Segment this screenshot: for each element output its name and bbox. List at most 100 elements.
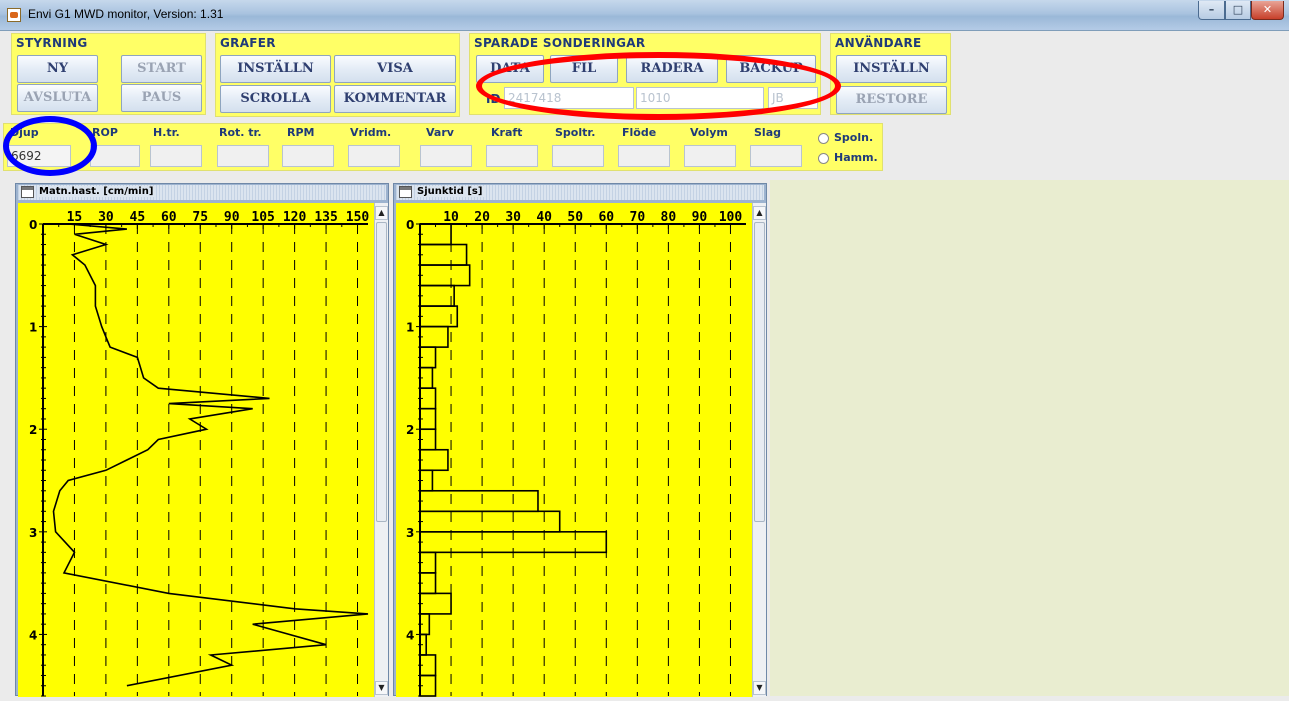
x-tick-label: 15 <box>67 210 83 225</box>
rottr-label: Rot. tr. <box>219 126 262 139</box>
hamm-label: Hamm. <box>834 151 878 164</box>
x-tick-label: 80 <box>661 210 677 225</box>
y-tick-label: 3 <box>406 526 414 540</box>
anvandare-installn-button[interactable]: INSTÄLLN <box>836 55 947 83</box>
vridm-field <box>348 145 400 167</box>
spoltr-field <box>552 145 604 167</box>
htr-label: H.tr. <box>153 126 180 139</box>
window-title-bar[interactable]: Envi G1 MWD monitor, Version: 1.31 – □ ✕ <box>0 0 1289 31</box>
anvandare-title: ANVÄNDARE <box>835 36 922 50</box>
x-tick-label: 70 <box>630 210 646 225</box>
maximize-button[interactable]: □ <box>1225 1 1251 20</box>
styrning-panel: STYRNING NY START AVSLUTA PAUS <box>11 33 206 115</box>
ny-button[interactable]: NY <box>17 55 98 83</box>
visa-button[interactable]: VISA <box>334 55 456 83</box>
sjunktid-title: Sjunktid [s] <box>417 186 486 197</box>
rop-label: ROP <box>92 126 118 139</box>
x-tick-label: 105 <box>251 210 274 225</box>
matn-hast-chart: 15 30 45 60 75 90 105 120 135 150 0 1 2 3 4 <box>29 210 370 697</box>
bar <box>419 264 471 287</box>
sjunktid-scrollbar[interactable]: ▲ ▼ <box>752 203 766 697</box>
y-tick-label: 4 <box>29 628 37 642</box>
y-tick-label: 1 <box>406 321 414 335</box>
anvandare-panel: ANVÄNDARE INSTÄLLN RESTORE <box>830 33 951 115</box>
window-icon <box>21 186 34 198</box>
flode-field <box>618 145 670 167</box>
rpm-field <box>282 145 334 167</box>
y-tick-label: 0 <box>29 218 37 232</box>
sjunktid-window-title-bar[interactable]: Sjunktid [s] <box>396 185 764 200</box>
rpm-label: RPM <box>287 126 315 139</box>
scroll-down-arrow-icon[interactable]: ▼ <box>753 681 766 695</box>
volym-label: Volym <box>690 126 728 139</box>
slag-label: Slag <box>754 126 781 139</box>
series-line <box>52 223 369 687</box>
empty-workspace <box>770 180 1289 696</box>
scroll-thumb[interactable] <box>376 222 387 522</box>
sjunktid-chart-window: Sjunktid [s] 10 20 30 40 50 60 70 80 90 100 0 1 2 3 4 … <box>393 183 767 697</box>
grafer-title: GRAFER <box>220 36 276 50</box>
avsluta-button[interactable]: AVSLUTA <box>17 84 98 112</box>
x-tick-label: 10 <box>443 210 459 225</box>
spoln-label: Spoln. <box>834 131 874 144</box>
scrolla-button[interactable]: SCROLLA <box>220 85 331 113</box>
red-highlight-ellipse <box>476 52 841 120</box>
volym-field <box>684 145 736 167</box>
kommentar-button[interactable]: KOMMENTAR <box>334 85 456 113</box>
blue-highlight-ellipse <box>3 116 97 176</box>
scroll-up-arrow-icon[interactable]: ▲ <box>375 206 388 220</box>
y-tick-label: 1 <box>29 321 37 335</box>
hamm-radio[interactable] <box>818 153 829 164</box>
htr-field <box>150 145 202 167</box>
bar <box>419 489 539 513</box>
start-button[interactable]: START <box>121 55 202 83</box>
scroll-down-arrow-icon[interactable]: ▼ <box>375 681 388 695</box>
minimize-button[interactable]: – <box>1198 1 1225 20</box>
sjunktid-chart: 10 20 30 40 50 60 70 80 90 100 0 1 2 3 4 <box>406 210 746 697</box>
x-tick-label: 75 <box>192 210 208 225</box>
x-tick-label: 135 <box>314 210 337 225</box>
grafer-installn-button[interactable]: INSTÄLLN <box>220 55 331 83</box>
matn-hast-chart-window: Matn.hast. [cm/min] 15 30 45 60 75 90 105 120 13… <box>15 183 389 697</box>
bar <box>419 448 449 472</box>
flode-label: Flöde <box>622 126 657 139</box>
grafer-panel: GRAFER INSTÄLLN VISA SCROLLA KOMMENTAR <box>215 33 460 117</box>
kraft-field <box>486 145 538 167</box>
rop-field <box>90 145 140 167</box>
y-tick-label: 4 <box>406 628 414 642</box>
bar <box>419 284 455 307</box>
slag-field <box>750 145 802 167</box>
bar <box>419 510 561 533</box>
scroll-up-arrow-icon[interactable]: ▲ <box>753 206 766 220</box>
x-tick-label: 150 <box>346 210 370 225</box>
scroll-thumb[interactable] <box>754 222 765 522</box>
matn-hast-title: Matn.hast. [cm/min] <box>39 186 157 197</box>
spoltr-label: Spoltr. <box>555 126 596 139</box>
matn-hast-scrollbar[interactable]: ▲ ▼ <box>374 203 388 697</box>
sparade-title: SPARADE SONDERINGAR <box>474 36 646 50</box>
x-tick-label: 90 <box>224 210 240 225</box>
bar <box>419 592 452 615</box>
bar <box>419 223 452 246</box>
matn-hast-plot-area: 15 30 45 60 75 90 105 120 135 150 0 1 2 3 4 <box>18 203 374 697</box>
x-tick-label: 50 <box>567 210 583 225</box>
restore-button[interactable]: RESTORE <box>836 86 947 114</box>
window-title: Envi G1 MWD monitor, Version: 1.31 <box>28 7 224 21</box>
x-tick-label: 45 <box>130 210 146 225</box>
paus-button[interactable]: PAUS <box>121 84 202 112</box>
varv-field <box>420 145 472 167</box>
x-tick-label: 30 <box>98 210 114 225</box>
close-button[interactable]: ✕ <box>1251 1 1284 20</box>
x-tick-label: 90 <box>692 210 708 225</box>
vridm-label: Vridm. <box>350 126 392 139</box>
bar <box>419 243 468 266</box>
spoln-radio[interactable] <box>818 133 829 144</box>
y-tick-label: 2 <box>406 423 414 437</box>
styrning-title: STYRNING <box>16 36 88 50</box>
bar <box>419 325 449 348</box>
x-tick-label: 100 <box>719 210 743 225</box>
kraft-label: Kraft <box>491 126 523 139</box>
varv-label: Varv <box>426 126 454 139</box>
matn-hast-window-title-bar[interactable]: Matn.hast. [cm/min] <box>18 185 386 200</box>
y-tick-label: 3 <box>29 526 37 540</box>
